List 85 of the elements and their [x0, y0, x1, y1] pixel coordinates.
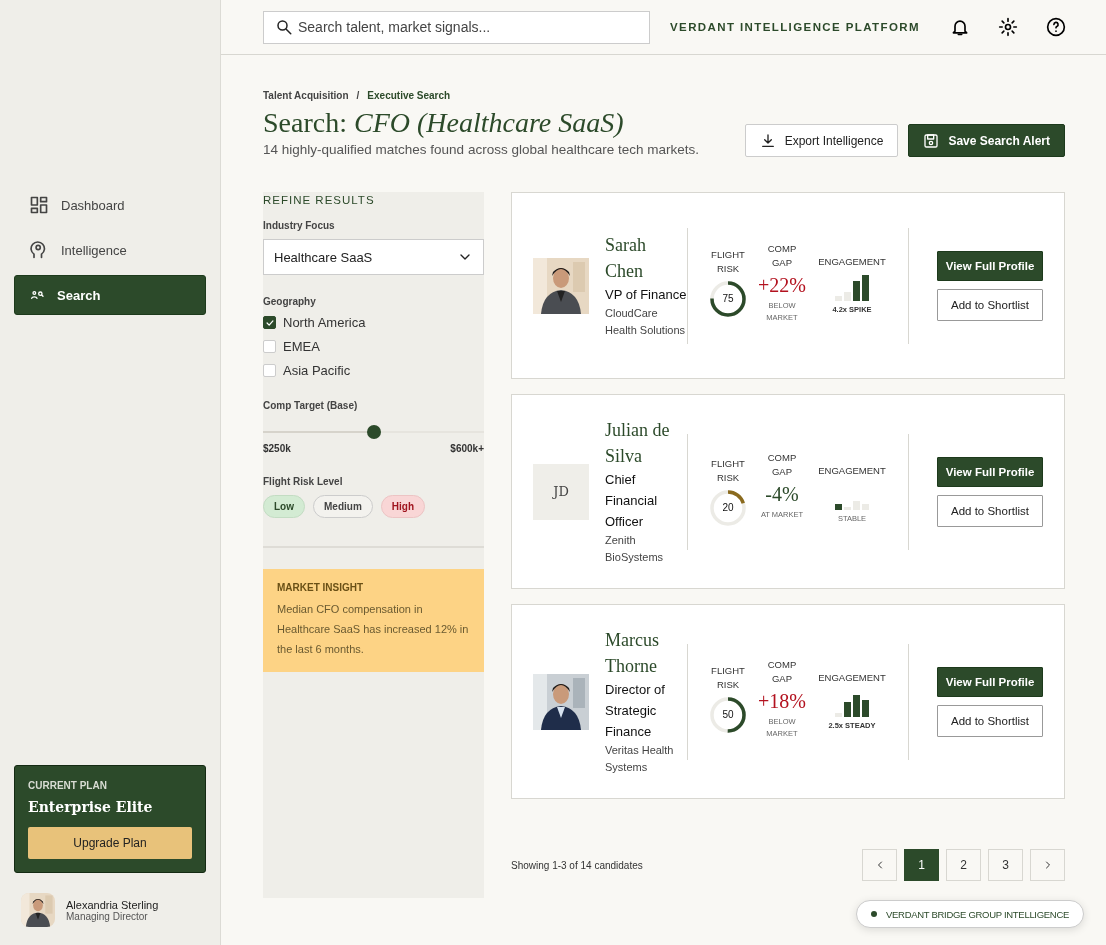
filters-title: REFINE RESULTS — [263, 194, 376, 206]
filter-label: Industry Focus — [263, 220, 336, 231]
slider-thumb[interactable] — [366, 425, 381, 439]
page-title: Search: CFO (Healthcare SaaS) — [263, 107, 625, 139]
risk-score: 75 — [722, 292, 734, 305]
risk-gauge — [709, 695, 747, 734]
candidate-title: VP of Finance — [605, 286, 687, 304]
risk-score: 50 — [722, 708, 734, 721]
metric-label: FLIGHT RISK — [710, 247, 746, 276]
breadcrumb-separator: / — [356, 90, 360, 101]
upgrade-plan-button[interactable]: Upgrade Plan — [28, 827, 192, 859]
metric-label: COMP GAP — [766, 657, 798, 686]
user-name: Alexandria Sterling — [66, 898, 159, 911]
engagement-bars-drawing — [835, 694, 869, 717]
geography-option[interactable]: EMEA — [263, 339, 484, 354]
page-button[interactable]: 3 — [988, 849, 1023, 881]
geography-option[interactable]: Asia Pacific — [263, 363, 484, 378]
user-role: Managing Director — [66, 910, 148, 922]
risk-chip[interactable]: High — [380, 495, 425, 518]
search-field[interactable]: Search talent, market signals... — [263, 10, 650, 44]
geography-option[interactable]: North America — [263, 315, 484, 330]
comp-gap-value: +22% — [758, 273, 806, 296]
candidate-name: Julian de Silva — [605, 419, 671, 468]
page-subtitle: 14 highly-qualified matches found across global healthcare tech markets. — [263, 142, 700, 157]
risk-gauge — [709, 279, 747, 318]
shortlist-button[interactable]: Add to Shortlist — [937, 288, 1043, 321]
dashboard-icon — [29, 195, 49, 215]
status-dot — [871, 911, 878, 917]
metric-label: FLIGHT RISK — [710, 663, 746, 692]
page-button[interactable]: 1 — [904, 849, 939, 881]
page-button[interactable]: 2 — [946, 849, 981, 881]
metric-label: ENGAGEMENT — [817, 463, 887, 478]
view-profile-button[interactable]: View Full Profile — [937, 456, 1043, 487]
platform-title: VERDANT INTELLIGENCE PLATFORM — [670, 21, 921, 33]
sidebar-nav-item[interactable]: Dashboard — [14, 185, 206, 225]
checkbox[interactable] — [263, 316, 276, 329]
plan-name: Enterprise Elite — [28, 799, 154, 815]
bell-icon[interactable] — [950, 17, 970, 37]
sidebar-nav-item[interactable]: Search — [14, 275, 206, 315]
risk-chip[interactable]: Medium — [313, 495, 373, 518]
candidate-company: Veritas Health Systems — [605, 743, 675, 775]
metric-label: COMP GAP — [766, 450, 798, 479]
check-icon — [264, 317, 275, 328]
help-icon[interactable] — [1046, 17, 1066, 37]
comp-gap-value: +18% — [758, 689, 806, 712]
insight-text: Median CFO compensation in Healthcare SaaS has increased 12% in the last 6 months. — [277, 602, 470, 657]
view-profile-button[interactable]: View Full Profile — [937, 666, 1043, 697]
industry-dropdown[interactable]: Healthcare SaaS — [263, 239, 484, 275]
risk-score: 20 — [722, 501, 734, 514]
shortlist-button[interactable]: Add to Shortlist — [937, 494, 1043, 527]
filter-label: Flight Risk Level — [263, 476, 344, 487]
engagement-bars-drawing — [835, 274, 869, 301]
search-icon — [275, 17, 293, 36]
save-alert-button[interactable]: Save Search Alert — [908, 124, 1065, 157]
candidate-name: Marcus Thorne — [605, 629, 660, 678]
filter-label: Geography — [263, 296, 317, 307]
sidebar-nav-item[interactable]: Intelligence — [14, 230, 206, 270]
breadcrumb-item[interactable]: Talent Acquisition — [263, 90, 349, 101]
risk-chip[interactable]: Low — [263, 495, 305, 518]
export-button[interactable]: Export Intelligence — [744, 124, 899, 157]
save-icon — [923, 132, 940, 149]
candidate-name: Sarah Chen — [605, 234, 647, 283]
download-icon — [759, 132, 776, 149]
candidate-title: Director of Strategic Finance — [605, 681, 666, 741]
risk-gauge — [709, 488, 747, 527]
filter-label: Comp Target (Base) — [263, 400, 359, 411]
plan-caption: CURRENT PLAN — [28, 780, 108, 791]
candidate-company: CloudCare Health Solutions — [605, 306, 687, 338]
comp-gap-value: -4% — [765, 482, 799, 505]
candidate-title: Chief Financial Officer — [605, 471, 659, 531]
shortlist-button[interactable]: Add to Shortlist — [937, 704, 1043, 737]
range-max-label: $600k+ — [450, 443, 484, 454]
insight-title: MARKET INSIGHT — [277, 582, 365, 593]
breadcrumb-item[interactable]: Executive Search — [367, 90, 451, 101]
view-profile-button[interactable]: View Full Profile — [937, 250, 1043, 281]
metric-label: ENGAGEMENT — [817, 670, 887, 685]
candidate-company: Zenith BioSystems — [605, 533, 665, 565]
results-summary: Showing 1-3 of 14 candidates — [511, 859, 643, 871]
metric-label: ENGAGEMENT — [817, 254, 887, 269]
toast-text: VERDANT BRIDGE GROUP INTELLIGENCE — [886, 908, 1069, 920]
range-min-label: $250k — [263, 443, 291, 454]
metric-label: FLIGHT RISK — [710, 456, 746, 485]
initials-avatar: JD — [533, 463, 589, 520]
engagement-bars-drawing — [835, 500, 869, 510]
metric-label: COMP GAP — [766, 241, 798, 270]
